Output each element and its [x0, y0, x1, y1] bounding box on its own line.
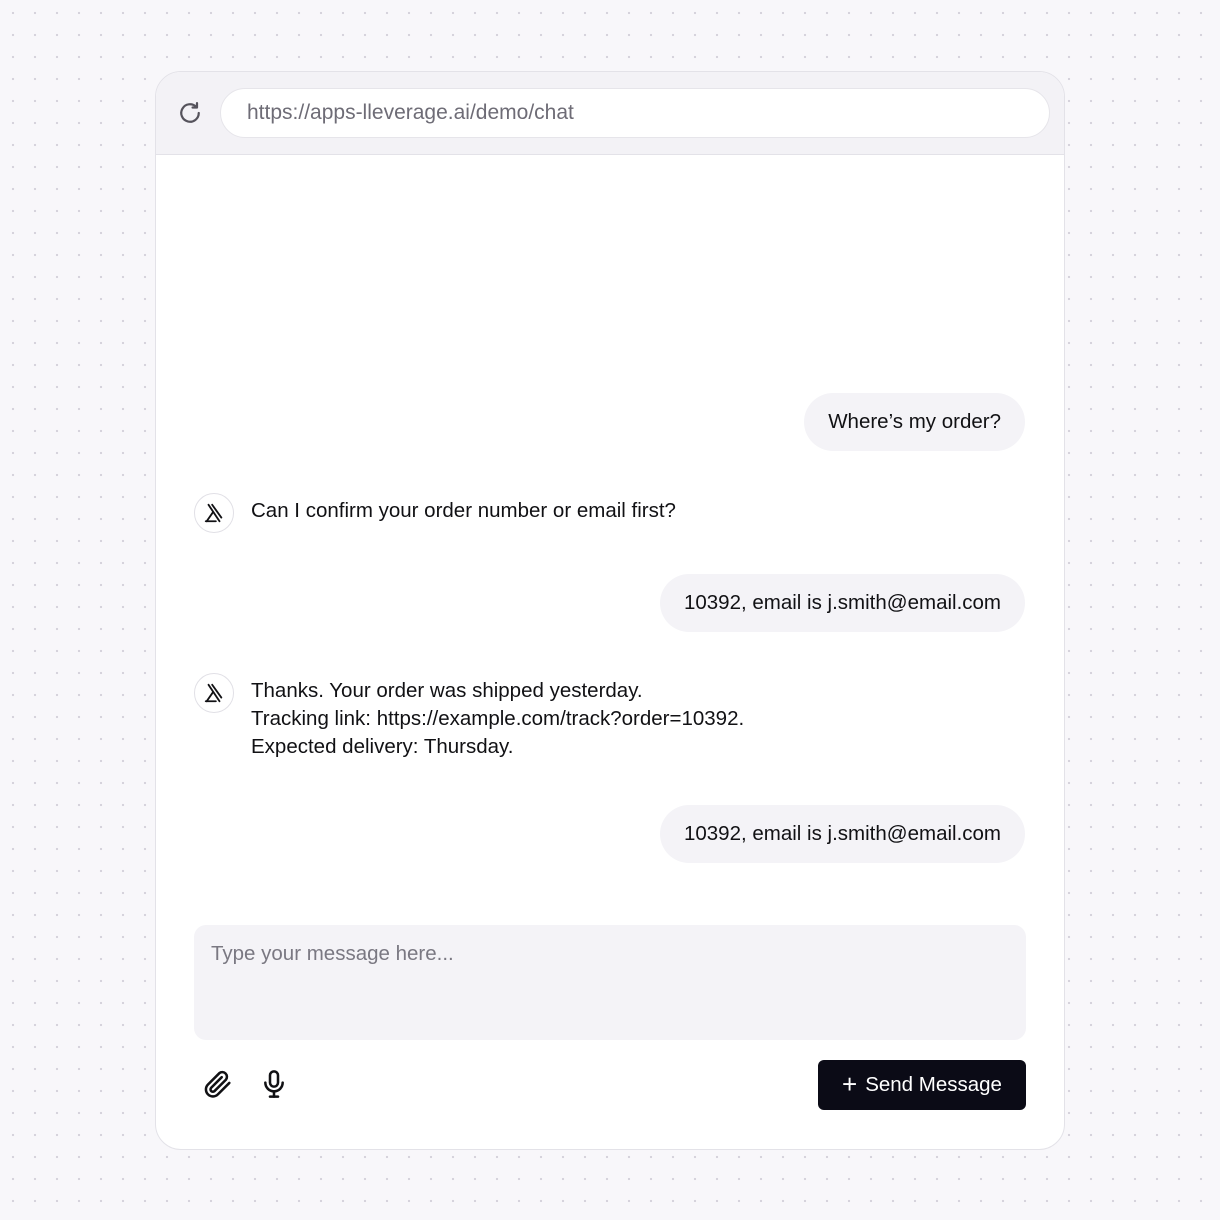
bot-message-line: Can I confirm your order number or email… [251, 499, 676, 522]
microphone-icon[interactable] [258, 1068, 290, 1100]
bot-message-line: Thanks. Your order was shipped yesterday… [251, 679, 643, 702]
bot-message-text: Thanks. Your order was shipped yesterday… [251, 677, 744, 761]
user-message-text: 10392, email is j.smith@email.com [683, 591, 1001, 614]
message-composer [194, 925, 1026, 1040]
paperclip-icon[interactable] [202, 1068, 234, 1100]
user-message-text: Where’s my order? [828, 410, 1001, 433]
browser-window: https://apps-lleverage.ai/demo/chat Wher… [155, 71, 1065, 1150]
user-message-bubble: 10392, email is j.smith@email.com [659, 805, 1025, 863]
plus-icon: + [842, 1068, 858, 1099]
bot-message-line: Tracking link: https://example.com/track… [251, 707, 745, 730]
user-message-text: 10392, email is j.smith@email.com [683, 822, 1001, 845]
url-text: https://apps-lleverage.ai/demo/chat [247, 101, 574, 124]
lleverage-logo-icon [194, 673, 234, 713]
browser-toolbar: https://apps-lleverage.ai/demo/chat [156, 72, 1064, 155]
address-bar[interactable]: https://apps-lleverage.ai/demo/chat [220, 88, 1050, 138]
bot-message-text: Can I confirm your order number or email… [251, 497, 676, 525]
bot-message-line: Expected delivery: Thursday. [251, 735, 514, 758]
user-message-bubble: Where’s my order? [804, 393, 1025, 451]
user-message-bubble: 10392, email is j.smith@email.com [659, 574, 1025, 632]
message-input[interactable] [211, 942, 1011, 1032]
send-message-button[interactable]: + Send Message [818, 1060, 1026, 1110]
reload-icon[interactable] [176, 99, 204, 127]
lleverage-logo-icon [194, 493, 234, 533]
send-message-label: Send Message [865, 1073, 1002, 1096]
